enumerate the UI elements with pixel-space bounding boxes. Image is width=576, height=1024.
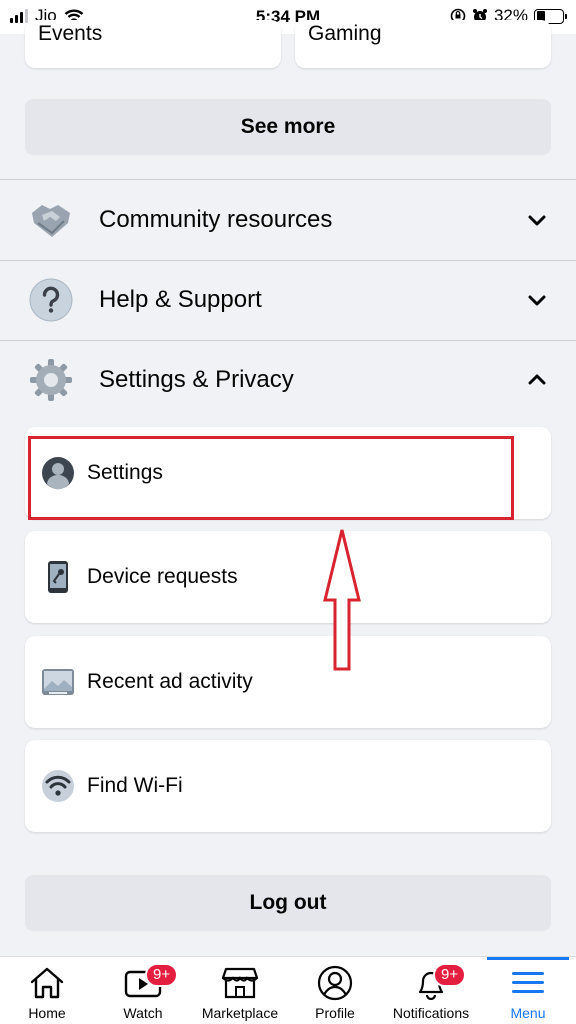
menu-label-find-wifi: Find Wi-Fi	[87, 774, 183, 797]
shortcut-label-gaming: Gaming	[308, 22, 382, 45]
menu-item-device-requests[interactable]: Device requests	[25, 531, 551, 623]
watch-badge: 9+	[145, 963, 179, 987]
menu-label-device-requests: Device requests	[87, 565, 238, 588]
section-title-settings-privacy: Settings & Privacy	[99, 366, 294, 393]
section-title-community: Community resources	[99, 206, 333, 233]
phone-key-icon	[41, 560, 75, 594]
nav-profile[interactable]: Profile	[304, 957, 366, 1024]
up-arrow-annotation	[323, 529, 361, 671]
menu-label-recent-ad-activity: Recent ad activity	[87, 670, 253, 693]
nav-label-menu: Menu	[510, 1005, 546, 1021]
ad-image-icon	[41, 665, 75, 699]
nav-menu[interactable]: Menu	[497, 957, 559, 1024]
nav-label-marketplace: Marketplace	[201, 1005, 279, 1021]
nav-watch[interactable]: 9+ Watch	[108, 957, 179, 1024]
nav-notifications[interactable]: 9+ Notifications	[384, 957, 478, 1024]
hamburger-menu-icon	[508, 965, 548, 1001]
shortcut-card-events[interactable]: Events	[25, 20, 281, 68]
question-icon	[28, 277, 74, 323]
chevron-up-icon[interactable]	[526, 369, 548, 391]
nav-label-profile: Profile	[315, 1005, 355, 1021]
nav-label-notifications: Notifications	[392, 1005, 470, 1021]
bell-icon: 9+	[411, 963, 467, 1001]
profile-icon	[315, 965, 355, 1001]
section-settings-privacy[interactable]: Settings & Privacy	[0, 340, 576, 420]
nav-marketplace[interactable]: Marketplace	[196, 957, 284, 1024]
chevron-down-icon[interactable]	[526, 209, 548, 231]
section-help-support[interactable]: Help & Support	[0, 260, 576, 340]
nav-label-home: Home	[28, 1005, 66, 1021]
highlight-box	[28, 436, 514, 520]
section-community-resources[interactable]: Community resources	[0, 180, 576, 260]
gear-icon	[28, 357, 74, 403]
see-more-button[interactable]: See more	[25, 99, 551, 155]
shortcut-card-gaming[interactable]: Gaming	[295, 20, 551, 68]
menu-item-recent-ad-activity[interactable]: Recent ad activity	[25, 636, 551, 728]
notifications-badge: 9+	[433, 963, 467, 987]
shortcut-label-events: Events	[38, 22, 103, 45]
nav-label-watch: Watch	[123, 1005, 163, 1021]
section-title-help: Help & Support	[99, 286, 262, 313]
wifi-circle-icon	[41, 769, 75, 803]
handshake-icon	[28, 197, 74, 243]
chevron-down-icon[interactable]	[526, 289, 548, 311]
bottom-nav: Home 9+ Watch Marketplace Profile 9+ Not…	[0, 956, 576, 1024]
menu-item-find-wifi[interactable]: Find Wi-Fi	[25, 740, 551, 832]
video-icon: 9+	[123, 963, 179, 1001]
log-out-button[interactable]: Log out	[25, 875, 551, 931]
store-icon	[220, 965, 260, 1001]
nav-home[interactable]: Home	[16, 957, 78, 1024]
home-icon	[27, 965, 67, 1001]
